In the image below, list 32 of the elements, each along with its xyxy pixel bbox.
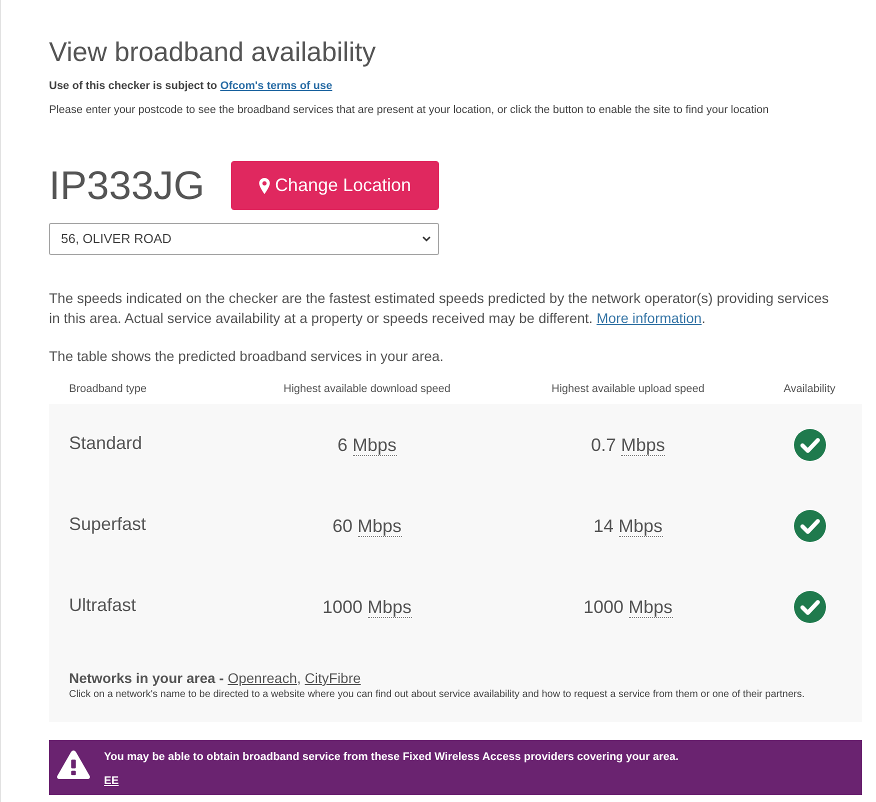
intro-text: Please enter your postcode to see the broadband services that are present at your location, or click the button to enable the site to find your location — [49, 103, 770, 117]
network-link[interactable]: CityFibre — [304, 670, 361, 686]
column-header: Highest available download speed — [284, 382, 450, 397]
upload-speed: 1000 Mbps — [583, 596, 673, 618]
download-speed: 1000 Mbps — [322, 596, 412, 618]
postcode: IP333JG — [49, 162, 204, 208]
upload-speed: 0.7 Mbps — [590, 434, 666, 456]
broadband-type: Superfast — [69, 514, 146, 534]
broadband-type: Standard — [69, 433, 142, 453]
chevron-down-icon — [422, 236, 431, 242]
network-link[interactable]: Openreach — [228, 670, 297, 686]
terms-notice: Use of this checker is subject to Ofcom's terms of use — [49, 79, 334, 93]
networks-heading: Networks in your area - Openreach, CityFibre — [69, 669, 362, 687]
wireless-alert-message: You may be able to obtain broadband service from these Fixed Wireless Access providers covering your area. — [104, 750, 679, 764]
column-header: Broadband type — [69, 383, 147, 395]
speeds-disclaimer: The speeds indicated on the checker are the fastest estimated speeds predicted by the network operator(s) providing services in this area. Actual service availability at a property or speeds received may be different. More information. — [49, 289, 830, 328]
table-intro: The table shows the predicted broadband services in your area. — [49, 347, 445, 366]
networks-note: Click on a network's name to be directed to a website where you can find out about service availability and how to request a service from them or one of their partners. — [69, 688, 806, 701]
download-speed: 6 Mbps — [337, 434, 397, 456]
page-title: View broadband availability — [49, 36, 377, 68]
address-select[interactable]: 56, OLIVER ROAD — [49, 223, 439, 255]
warning-icon — [56, 749, 91, 780]
column-header: Availability — [784, 382, 836, 397]
change-location-button[interactable]: Change Location — [231, 161, 439, 210]
terms-link[interactable]: Ofcom's terms of use — [220, 80, 332, 92]
broadband-type: Ultrafast — [69, 595, 136, 615]
download-speed: 60 Mbps — [332, 514, 402, 536]
more-information-link[interactable]: More information — [596, 310, 702, 326]
provider-link[interactable]: EE — [104, 774, 119, 788]
map-pin-icon — [258, 178, 270, 194]
upload-speed: 14 Mbps — [593, 514, 663, 536]
column-header: Highest available upload speed — [552, 382, 704, 397]
